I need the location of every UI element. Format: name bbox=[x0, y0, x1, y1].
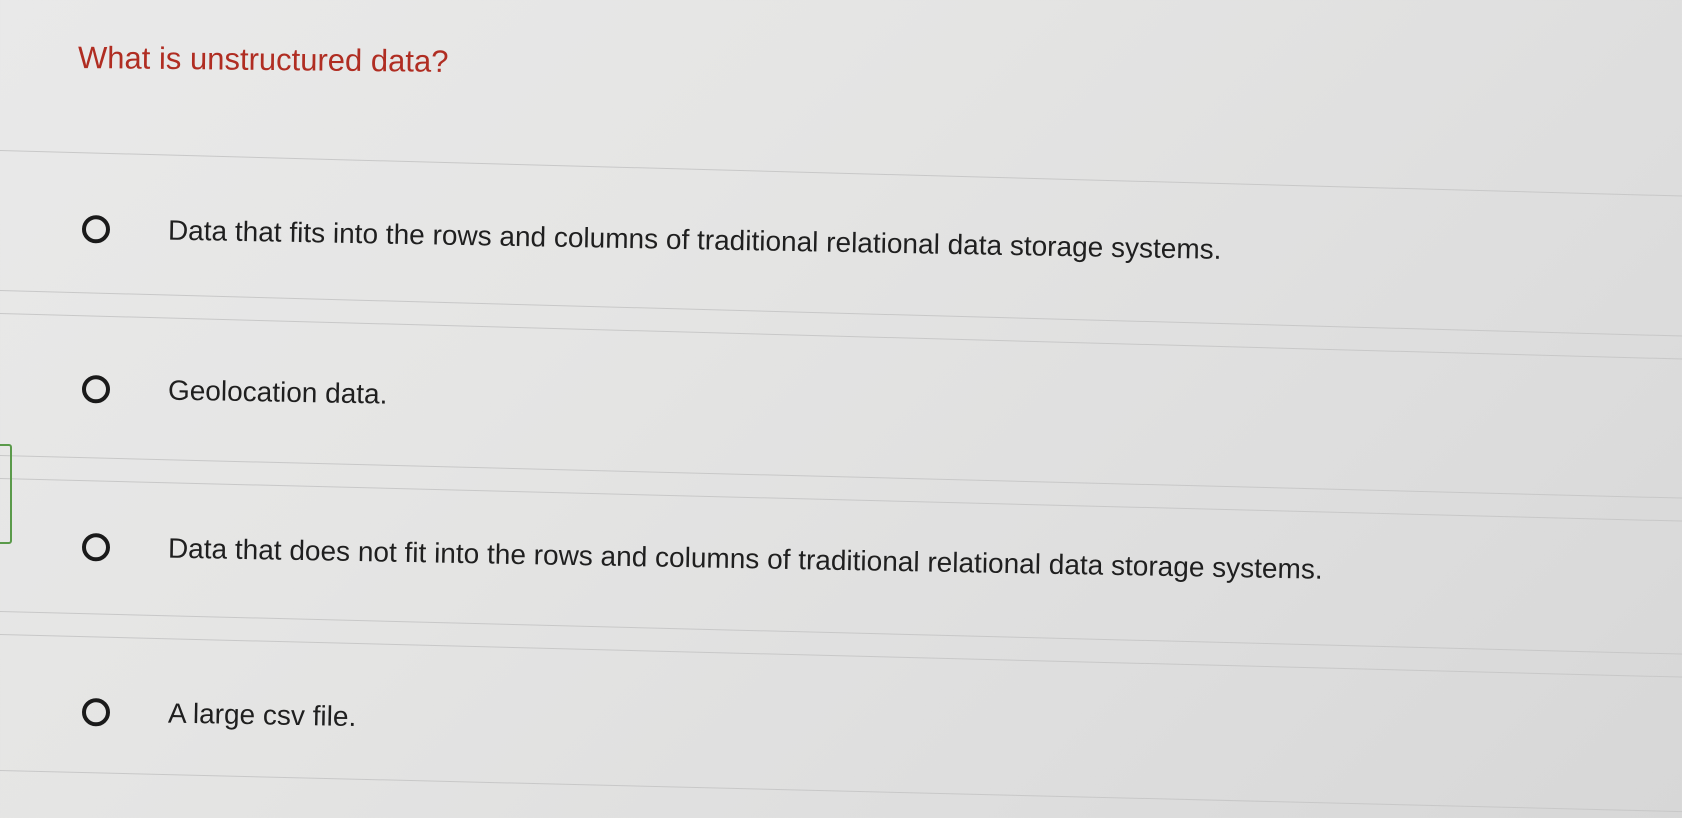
divider bbox=[0, 290, 1682, 339]
divider bbox=[0, 455, 1682, 501]
divider bbox=[0, 150, 1682, 199]
question-title: What is unstructured data? bbox=[77, 40, 449, 79]
divider bbox=[0, 478, 1682, 524]
divider bbox=[0, 313, 1682, 362]
answer-option-3[interactable]: Data that does not fit into the rows and… bbox=[81, 531, 1323, 586]
divider bbox=[0, 611, 1682, 657]
answer-option-4[interactable]: A large csv file. bbox=[81, 696, 357, 733]
option-label[interactable]: Geolocation data. bbox=[168, 375, 388, 411]
answer-option-1[interactable]: Data that fits into the rows and columns… bbox=[81, 213, 1222, 266]
option-label[interactable]: A large csv file. bbox=[168, 698, 357, 733]
radio-button-icon[interactable] bbox=[81, 533, 111, 562]
option-label[interactable]: Data that does not fit into the rows and… bbox=[168, 533, 1323, 586]
radio-button-icon[interactable] bbox=[81, 375, 111, 404]
divider bbox=[0, 634, 1682, 680]
focus-marker bbox=[0, 444, 12, 544]
radio-button-icon[interactable] bbox=[81, 215, 111, 244]
radio-button-icon[interactable] bbox=[81, 698, 111, 727]
answer-option-2[interactable]: Geolocation data. bbox=[81, 373, 388, 411]
option-label[interactable]: Data that fits into the rows and columns… bbox=[168, 215, 1222, 266]
divider bbox=[0, 770, 1682, 815]
